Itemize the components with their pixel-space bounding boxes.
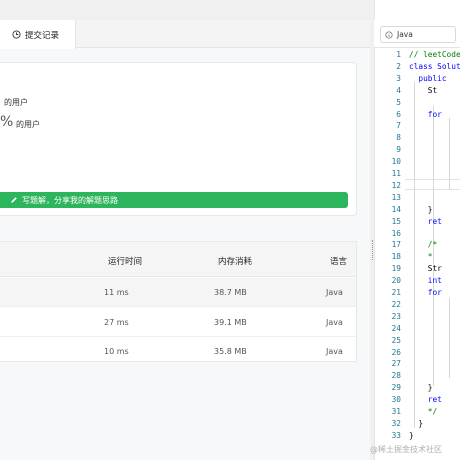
watermark: @稀土掘金技术社区 [370,445,442,454]
line-number: 17 [391,240,401,250]
memory-cell: 35.8 MB [214,347,247,356]
write-solution-label: 写题解，分享我的解题思路 [22,195,118,205]
line-number: 33 [391,430,401,440]
code-line: ret [427,216,442,226]
line-number: 18 [391,252,401,262]
language-select-value: Java [397,30,413,39]
runtime-cell: 10 ms [104,347,129,356]
line-number: 19 [391,264,401,274]
table-row[interactable]: 10 ms 35.8 MB Java [0,337,356,366]
line-number: 3 [396,73,401,83]
table-row[interactable]: 27 ms 39.1 MB Java [0,308,356,337]
runtime-cell: 27 ms [104,318,129,327]
code-line: /* [427,240,438,250]
code-line: ret [427,395,442,405]
code-line: St [427,85,438,95]
line-number: 29 [391,383,401,393]
line-number: 22 [391,299,401,309]
submissions-table: 运行时间 内存消耗 语言 11 ms 38.7 MB Java 27 ms 39… [0,241,357,362]
indent-guide [449,298,450,378]
line-number: 23 [391,311,401,321]
code-line: } [427,383,433,393]
indent-guide [414,82,415,428]
line-number: 14 [391,204,401,214]
line-number: 20 [391,276,401,286]
line-number: 7 [396,121,401,131]
line-number: 9 [396,145,401,155]
line-number: 5 [396,97,401,107]
memory-header: 内存消耗 [218,257,253,267]
panel-top-strip [0,0,370,20]
info-circle-icon [385,30,393,39]
memory-beat-text: 的用户 [16,120,40,129]
line-number: 12 [391,180,401,190]
line-number: 8 [396,133,401,143]
memory-cell: 39.1 MB [214,318,247,327]
code-line: } [409,430,414,440]
pencil-icon [11,197,17,203]
tab-submissions-label: 提交记录 [25,30,60,41]
code-line: // leetCode [409,50,460,59]
language-select[interactable]: Java [380,26,456,43]
code-line: } [427,204,433,214]
table-header: 运行时间 内存消耗 语言 [0,242,356,277]
line-number: 24 [391,323,401,333]
line-number: 13 [391,192,401,202]
code-line: for [427,288,442,297]
line-number: 11 [391,169,401,178]
code-line: int [427,276,442,286]
line-number: 31 [391,407,401,416]
line-number: 27 [391,359,401,369]
tab-submissions[interactable]: 提交记录 [0,20,76,49]
clock-icon [12,30,21,39]
code-line: for [427,109,442,119]
line-number: 16 [391,228,401,238]
line-number: 21 [391,288,401,297]
line-number: 6 [396,109,401,119]
runtime-beat-text: 的用户 [4,98,28,107]
code-line: Str [427,264,442,274]
language-cell: Java [326,288,343,297]
line-number: 32 [391,418,401,428]
drag-dots-icon [372,240,373,260]
line-number: 2 [396,61,401,71]
code-line: class Soluti [409,61,460,71]
memory-percent-sign: % [0,114,14,130]
runtime-cell: 11 ms [104,288,129,297]
runtime-header: 运行时间 [108,257,143,267]
line-number: 30 [391,395,401,405]
indent-guide [449,118,450,190]
language-cell: Java [326,318,343,327]
line-number: 15 [391,216,401,226]
language-header: 语言 [330,257,348,267]
memory-cell: 38.7 MB [214,288,247,297]
code-line: */ [427,407,438,416]
line-number: 25 [391,335,401,345]
line-number: 4 [396,85,401,95]
line-number: 1 [396,50,401,59]
code-line: * [427,252,433,262]
code-line: public [418,73,447,83]
table-row[interactable]: 11 ms 38.7 MB Java [0,278,356,307]
line-number: 26 [391,347,401,357]
language-cell: Java [326,347,343,356]
write-solution-button[interactable]: 写题解，分享我的解题思路 [0,192,348,208]
line-number: 10 [391,157,401,167]
code-line: } [418,418,424,428]
line-number: 28 [391,371,401,381]
code-editor[interactable]: 1 // leetCode 2 class Soluti 3 public 4 St 5 6 for… [374,48,460,460]
